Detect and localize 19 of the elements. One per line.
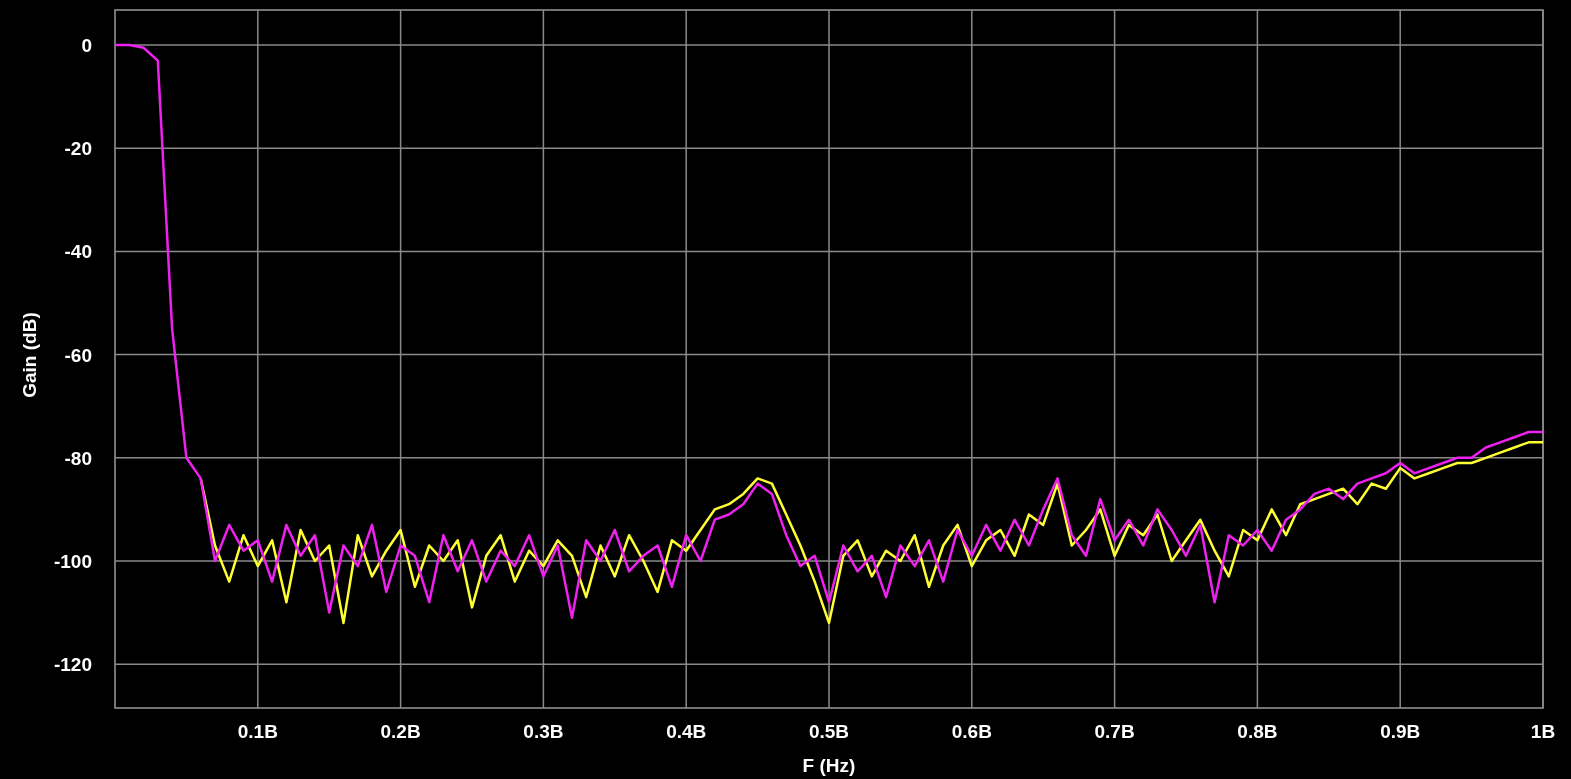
axis-tick-label: 0.5B bbox=[808, 721, 850, 742]
axis-tick-label: 0.7B bbox=[1094, 721, 1135, 742]
axis-tick-label: -20 bbox=[64, 138, 92, 160]
axis-tick-label: 0.1B bbox=[237, 721, 278, 742]
axis-tick-label: -40 bbox=[64, 241, 92, 263]
axis-tick-label: 0.8B bbox=[1237, 721, 1278, 742]
axis-tick-label: 0.6B bbox=[951, 721, 992, 742]
axis-tick-label: 1B bbox=[1530, 721, 1556, 742]
axis-tick-label: 0.2B bbox=[380, 721, 421, 742]
axis-tick-label: 0.9B bbox=[1380, 721, 1421, 742]
axis-tick-label: 0.4B bbox=[666, 721, 707, 742]
axis-tick-label: -100 bbox=[53, 550, 92, 572]
axis-tick-label: 0 bbox=[81, 35, 92, 57]
axis-tick-label: 0.3B bbox=[523, 721, 564, 742]
axis-title: Gain (dB) bbox=[19, 312, 40, 398]
axis-title: F (Hz) bbox=[802, 755, 856, 776]
axis-tick-label: -80 bbox=[64, 447, 92, 469]
axis-tick-label: -60 bbox=[64, 344, 92, 366]
axis-tick-label: -120 bbox=[53, 654, 92, 676]
